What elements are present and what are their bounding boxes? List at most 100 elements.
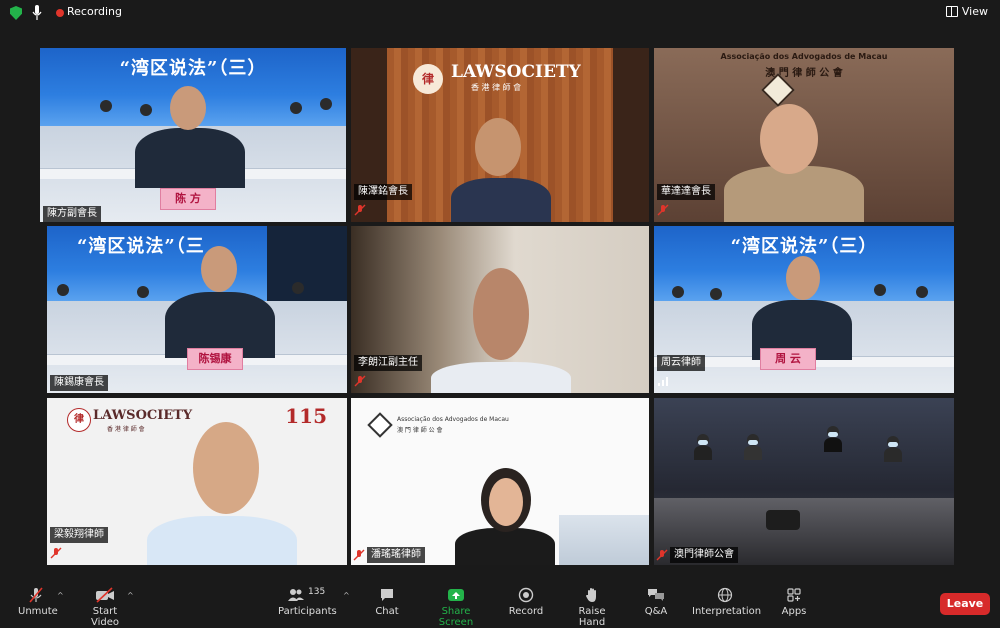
video-tile-5[interactable]: 李朗江副主任 [351,226,649,393]
apps-button[interactable]: Apps [778,587,810,617]
law-society-seal-icon: 律 [413,64,443,94]
apps-icon [787,588,801,602]
attendee-mask [828,432,838,437]
speaker-body [135,128,245,188]
speaker-head [475,118,521,176]
attendee [824,438,842,452]
attendee [672,286,684,298]
top-bar: Recording View [0,0,1000,28]
apps-label: Apps [781,606,807,617]
participant-name: 陳錫康會長 [50,375,108,391]
association-sign-chinese: 澳 門 律 師 公 會 [765,68,843,79]
audio-options-caret-icon[interactable]: ^ [57,591,64,600]
speaker-head [473,268,529,360]
video-options-caret-icon[interactable]: ^ [127,591,134,600]
video-tile-9[interactable]: 澳門律師公會 [654,398,954,565]
qa-label: Q&A [644,606,668,617]
banner-title: “湾区说法”（三） [119,58,267,80]
share-screen-icon [448,589,464,601]
participant-name: 陳方副會長 [43,206,101,222]
people-icon [287,589,304,601]
leave-button[interactable]: Leave [940,593,990,615]
unmute-label: Unmute [18,606,58,617]
attendee-mask [888,442,898,447]
speaker-head [170,86,206,130]
participants-button[interactable]: 135 Participants [278,587,337,617]
muted-mic-icon [354,204,366,216]
law-society-logo: LAWSOCIETY [93,408,193,423]
participants-options-caret-icon[interactable]: ^ [343,591,350,600]
view-label: View [961,5,988,18]
signal-bars-icon [658,377,668,386]
attendee [744,446,762,460]
attendee [100,100,112,112]
association-sign: Associação dos Advogados de Macau [397,416,509,423]
speaker-body [147,516,297,565]
recording-label: Recording [67,5,123,18]
law-society-subtitle: 香 港 律 師 會 [471,83,522,92]
video-tile-7[interactable]: 律 LAWSOCIETY 香 港 律 師 會 115 梁毅翔律師 [47,398,347,565]
attendee [290,102,302,114]
attendee [320,98,332,110]
microphone-icon [32,5,42,20]
globe-icon [717,587,733,603]
participants-count: 135 [308,587,326,597]
association-emblem-icon [367,412,393,438]
attendee [710,288,722,300]
law-society-subtitle: 香 港 律 師 會 [107,426,145,433]
speaker-body [451,178,551,222]
participant-name: 周云律師 [657,355,705,371]
participant-name: 華達達會長 [657,184,715,200]
muted-mic-icon [50,547,62,559]
muted-mic-icon [656,549,668,561]
meeting-toolbar: Unmute ^ Start Video ^ 135 Participants … [0,583,1000,628]
chat-bubble-icon [381,589,393,601]
view-button[interactable]: View [945,5,988,18]
qa-button[interactable]: Q&A [640,587,672,617]
video-off-icon [96,587,114,603]
association-sign-chinese: 澳 門 律 師 公 會 [397,427,443,434]
speaker-body [724,166,864,222]
participant-name: 李朗江副主任 [354,355,422,371]
video-tile-6[interactable]: “湾区说法”（三） 周 云 周云律師 [654,226,954,393]
record-icon [518,587,534,603]
start-video-button[interactable]: Start Video [80,587,130,628]
raise-hand-button[interactable]: Raise Hand [564,587,620,628]
muted-mic-icon [353,549,365,561]
dark-panel [267,226,347,302]
conference-phone-icon [766,510,800,530]
nameplate: 陈锡康 [187,348,243,370]
attendee [694,446,712,460]
muted-microphone-icon [29,587,43,603]
nameplate: 陈 方 [160,188,216,210]
grid-view-icon [945,6,958,17]
participant-name: 潘瑤瑤律師 [367,547,425,563]
speaker-face [489,478,523,526]
chat-label: Chat [375,606,399,617]
speaker-head [786,256,820,300]
anniversary-badge: 115 [285,404,327,428]
video-tile-3[interactable]: Associação dos Advogados de Macau 澳 門 律 … [654,48,954,222]
speaker-head [201,246,237,292]
record-button[interactable]: Record [506,587,546,617]
share-screen-button[interactable]: Share Screen [424,587,488,628]
unmute-button[interactable]: Unmute [18,587,58,617]
attendee [292,282,304,294]
banner-title: “湾区说法”（三） [730,236,878,257]
record-label: Record [508,606,544,617]
law-society-seal-icon: 律 [67,408,91,432]
speaker-head [760,104,818,174]
video-tile-4[interactable]: “湾区说法”（三 陈锡康 陳錫康會長 [47,226,347,393]
video-tile-2[interactable]: 律 LAWSOCIETY 香 港 律 師 會 陳澤銘會長 [351,48,649,222]
chat-button[interactable]: Chat [370,587,404,617]
interpretation-button[interactable]: Interpretation [692,587,761,617]
security-shield-icon[interactable] [10,6,22,20]
video-tile-8[interactable]: Associação dos Advogados de Macau 澳 門 律 … [351,398,649,565]
attendee-mask [698,440,708,445]
participants-icon-group: 135 [286,587,326,603]
muted-mic-icon [657,204,669,216]
video-tile-1[interactable]: “湾区说法”（三） 陈 方 陳方副會長 [40,48,346,222]
law-society-logo: LAWSOCIETY [451,62,581,82]
association-sign: Associação dos Advogados de Macau [720,52,888,61]
qa-bubbles-icon [648,589,664,601]
